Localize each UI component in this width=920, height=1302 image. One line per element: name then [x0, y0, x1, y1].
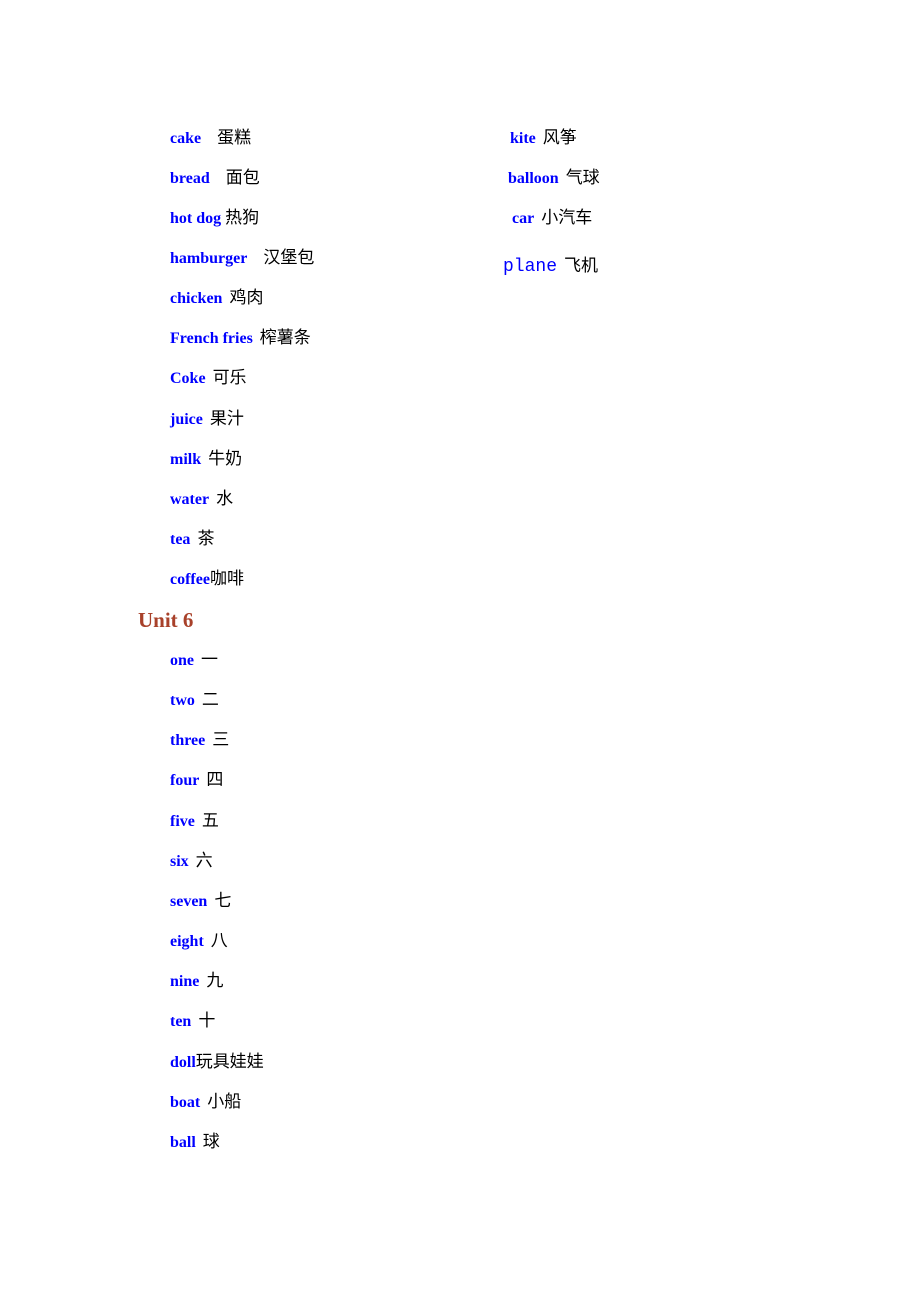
- vocab-word-english: nine: [170, 973, 200, 990]
- vocab-word-chinese: 五: [201, 811, 219, 831]
- vocab-entry: bread 面包: [170, 170, 260, 187]
- vocab-word-english: ten: [170, 1013, 192, 1030]
- vocab-word-chinese: 咖啡: [209, 569, 244, 589]
- vocab-word-english: car: [512, 210, 535, 227]
- vocab-word-english: plane: [503, 257, 558, 277]
- vocab-word-chinese: 果汁: [209, 409, 244, 429]
- vocab-word-english: bread: [170, 170, 210, 187]
- vocab-word-english: seven: [170, 893, 208, 910]
- vocab-entry: car 小汽车: [512, 210, 592, 227]
- vocab-entry: seven 七: [170, 893, 231, 910]
- vocab-word-english: French fries: [170, 330, 253, 347]
- vocab-word-english: cake: [170, 130, 202, 147]
- vocab-word-english: five: [170, 813, 195, 830]
- vocab-entry: six 六: [170, 853, 213, 870]
- vocab-word-chinese: 十: [198, 1011, 216, 1031]
- vocab-entry: two 二: [170, 692, 219, 709]
- unit-heading: Unit 6: [138, 608, 194, 632]
- vocab-word-english: balloon: [508, 170, 559, 187]
- vocab-entry: three 三: [170, 732, 229, 749]
- vocab-word-chinese: 六: [195, 851, 213, 871]
- vocab-word-english: one: [170, 652, 194, 669]
- vocab-entry: tea 茶: [170, 531, 214, 548]
- vocab-word-chinese: 气球: [565, 168, 600, 188]
- vocab-entry: nine 九: [170, 973, 223, 990]
- vocab-entry: one 一: [170, 652, 218, 669]
- vocab-word-english: water: [170, 491, 210, 508]
- vocab-entry: French fries 榨薯条: [170, 330, 311, 347]
- vocab-word-english: Coke: [170, 370, 206, 387]
- vocab-entry: boat 小船: [170, 1094, 241, 1111]
- vocab-entry: eight 八: [170, 933, 228, 950]
- vocab-word-english: ball: [170, 1134, 196, 1151]
- vocab-entry: chicken 鸡肉: [170, 290, 263, 307]
- vocab-entry: five 五: [170, 813, 219, 830]
- vocab-word-chinese: 九: [206, 971, 224, 991]
- vocab-word-chinese: 一: [201, 650, 218, 670]
- vocab-word-english: eight: [170, 933, 204, 950]
- vocab-word-english: boat: [170, 1094, 201, 1111]
- vocab-word-chinese: 球: [202, 1132, 220, 1152]
- vocab-word-chinese: 茶: [197, 529, 215, 549]
- vocab-word-english: two: [170, 692, 195, 709]
- vocab-word-chinese: 鸡肉: [229, 288, 264, 308]
- vocab-word-chinese: 小汽车: [541, 208, 593, 228]
- vocab-word-chinese: 榨薯条: [259, 328, 311, 348]
- vocab-word-chinese: 三: [212, 730, 230, 750]
- vocab-word-english: tea: [170, 531, 191, 548]
- vocab-word-english: six: [170, 853, 189, 870]
- vocab-word-chinese: 可乐: [212, 368, 247, 388]
- vocab-entry: ten 十: [170, 1013, 215, 1030]
- vocab-word-english: kite: [510, 130, 536, 147]
- vocab-word-chinese: 风筝: [542, 128, 577, 148]
- vocab-word-chinese: 汉堡包: [263, 248, 315, 268]
- vocab-entry: cake 蛋糕: [170, 130, 251, 147]
- vocab-entry: hot dog 热狗: [170, 210, 259, 227]
- vocab-word-chinese: 八: [210, 931, 228, 951]
- vocab-word-chinese: 水: [216, 489, 234, 509]
- vocab-word-chinese: 七: [214, 891, 232, 911]
- vocab-word-chinese: 牛奶: [208, 449, 243, 469]
- vocab-entry: water 水: [170, 491, 233, 508]
- vocab-word-chinese: 玩具娃娃: [195, 1052, 264, 1072]
- vocab-word-chinese: 热狗: [225, 208, 260, 228]
- vocab-word-english: hamburger: [170, 250, 248, 267]
- vocab-entry: coffee咖啡: [170, 571, 244, 588]
- vocab-word-chinese: 四: [206, 770, 224, 790]
- vocab-word-english: chicken: [170, 290, 223, 307]
- vocab-entry: doll玩具娃娃: [170, 1054, 264, 1071]
- vocab-entry: Coke 可乐: [170, 370, 247, 387]
- vocab-entry: four 四: [170, 772, 223, 789]
- vocab-entry: plane 飞机: [503, 256, 599, 277]
- vocab-entry: juice 果汁: [170, 411, 244, 428]
- vocabulary-page: cake 蛋糕 bread 面包 hot dog 热狗 hamburger 汉堡包 chicke…: [0, 0, 920, 1302]
- vocab-word-english: hot dog: [170, 210, 222, 227]
- vocab-word-english: juice: [170, 411, 203, 428]
- vocab-entry: kite 风筝: [510, 130, 577, 147]
- vocab-entry: milk 牛奶: [170, 451, 242, 468]
- vocab-word-english: coffee: [170, 571, 210, 588]
- vocab-word-chinese: 蛋糕: [217, 128, 252, 148]
- vocab-word-chinese: 面包: [225, 168, 260, 188]
- vocab-entry: ball 球: [170, 1134, 220, 1151]
- vocab-entry: hamburger 汉堡包: [170, 250, 314, 267]
- vocab-word-chinese: 飞机: [564, 256, 599, 276]
- vocab-word-chinese: 小船: [207, 1092, 242, 1112]
- vocab-word-english: three: [170, 732, 206, 749]
- vocab-word-english: four: [170, 772, 200, 789]
- vocab-word-english: doll: [170, 1054, 196, 1071]
- vocab-word-chinese: 二: [201, 690, 219, 710]
- vocab-word-english: milk: [170, 451, 202, 468]
- vocab-entry: balloon 气球: [508, 170, 600, 187]
